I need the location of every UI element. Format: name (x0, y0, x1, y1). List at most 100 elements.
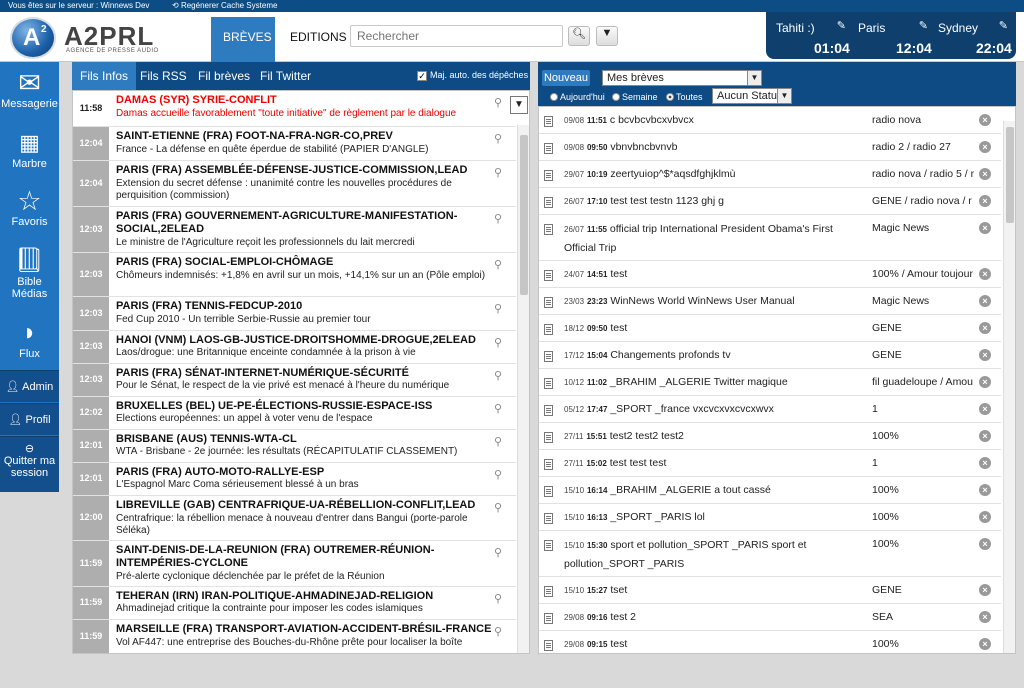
sidebar-item-favoris[interactable]: ☆ Favoris (0, 186, 59, 228)
edit-pencil-icon[interactable]: ✎ (919, 19, 928, 32)
news-row[interactable]: 12:02 BRUXELLES (BEL) UE-PE-ÉLECTIONS-RU… (73, 397, 516, 430)
zoom-icon[interactable]: ⚲ (494, 369, 502, 382)
breve-row[interactable]: 27/11 15:02 test test test 1 × (539, 450, 1001, 477)
logout-button[interactable]: ⊖ Quitter ma session (0, 436, 59, 492)
delete-icon[interactable]: × (979, 511, 991, 523)
sidebar-item-messagerie[interactable]: ✉ Messagerie (0, 68, 59, 110)
zoom-icon[interactable]: ⚲ (494, 258, 502, 271)
breve-row[interactable]: 24/07 14:51 test 100% / Amour toujour × (539, 261, 1001, 288)
breve-row[interactable]: 15/10 16:14 _BRAHIM _ALGERIE a tout cass… (539, 477, 1001, 504)
delete-icon[interactable]: × (979, 114, 991, 126)
filter-all-radio[interactable]: Toutes (666, 92, 703, 102)
status-select[interactable]: Aucun Statut ▼ (712, 88, 792, 104)
breve-row[interactable]: 15/10 16:13 _SPORT _PARIS lol 100% × (539, 504, 1001, 531)
zoom-icon[interactable]: ⚲ (494, 625, 502, 638)
breve-row[interactable]: 09/08 11:51 c bcvbcvbcxvbvcx radio nova × (539, 107, 1001, 134)
delete-icon[interactable]: × (979, 268, 991, 280)
filter-week-radio[interactable]: Semaine (612, 92, 658, 102)
breve-row[interactable]: 26/07 11:55 official trip International … (539, 215, 1001, 261)
new-breve-button[interactable]: Nouveau (542, 70, 590, 86)
tab-fils-infos[interactable]: Fils Infos (72, 62, 137, 90)
expand-dropdown-button[interactable]: ▼ (510, 96, 528, 114)
news-row[interactable]: 12:04 PARIS (FRA) ASSEMBLÉE-DÉFENSE-JUST… (73, 161, 516, 207)
zoom-icon[interactable]: ⚲ (494, 402, 502, 415)
zoom-icon[interactable]: ⚲ (494, 166, 502, 179)
delete-icon[interactable]: × (979, 584, 991, 596)
search-button[interactable]: 🔍︎ (568, 26, 590, 46)
filter-button[interactable]: ▼ (596, 26, 618, 46)
breve-row[interactable]: 23/03 23:23 WinNews World WinNews User M… (539, 288, 1001, 315)
delete-icon[interactable]: × (979, 222, 991, 234)
breve-row[interactable]: 17/12 15:04 Changements profonds tv GENE × (539, 342, 1001, 369)
delete-icon[interactable]: × (979, 141, 991, 153)
breve-row[interactable]: 15/10 15:27 tset GENE × (539, 577, 1001, 604)
news-row[interactable]: 12:03 PARIS (FRA) GOUVERNEMENT-AGRICULTU… (73, 207, 516, 253)
breve-row[interactable]: 09/08 09:50 vbnvbncbvnvb radio 2 / radio … (539, 134, 1001, 161)
breve-row[interactable]: 29/08 09:15 test 100% × (539, 631, 1001, 653)
zoom-icon[interactable]: ⚲ (494, 132, 502, 145)
news-row[interactable]: 12:04 SAINT-ETIENNE (FRA) FOOT-NA-FRA-NG… (73, 127, 516, 161)
breve-row[interactable]: 18/12 09:50 test GENE × (539, 315, 1001, 342)
delete-icon[interactable]: × (979, 638, 991, 650)
sidebar-item-flux[interactable]: ◗ Flux (0, 318, 59, 360)
zoom-icon[interactable]: ⚲ (494, 302, 502, 315)
tab-editions[interactable]: EDITIONS (278, 17, 347, 62)
zoom-icon[interactable]: ⚲ (494, 212, 502, 225)
news-row[interactable]: 12:03 PARIS (FRA) SÉNAT-INTERNET-NUMÉRIQ… (73, 364, 516, 397)
news-row[interactable]: 11:58 DAMAS (SYR) SYRIE-CONFLIT Damas ac… (73, 91, 528, 127)
scrollbar-thumb[interactable] (520, 135, 528, 295)
breves-select[interactable]: Mes brèves ▼ (602, 70, 762, 86)
delete-icon[interactable]: × (979, 168, 991, 180)
logo[interactable]: A 2 A2PRL AGENCE DE PRESSE AUDIO (8, 15, 178, 59)
delete-icon[interactable]: × (979, 349, 991, 361)
breve-row[interactable]: 15/10 15:30 sport et pollution_SPORT _PA… (539, 531, 1001, 577)
news-row[interactable]: 12:00 LIBREVILLE (GAB) CENTRAFRIQUE-UA-R… (73, 496, 516, 541)
zoom-icon[interactable]: ⚲ (494, 435, 502, 448)
sidebar-item-marbre[interactable]: ▦ Marbre (0, 128, 59, 170)
sidebar-item-bible-medias[interactable]: 📕︎ Bible Médias (0, 246, 59, 300)
breve-row[interactable]: 29/08 09:16 test 2 SEA × (539, 604, 1001, 631)
zoom-icon[interactable]: ⚲ (494, 501, 502, 514)
tab-fil-breves[interactable]: Fil brèves (190, 62, 258, 90)
news-row[interactable]: 12:03 HANOI (VNM) LAOS-GB-JUSTICE-DROITS… (73, 331, 516, 364)
zoom-icon[interactable]: ⚲ (494, 592, 502, 605)
zoom-icon[interactable]: ⚲ (494, 336, 502, 349)
zoom-icon[interactable]: ⚲ (494, 468, 502, 481)
breve-row[interactable]: 27/11 15:51 test2 test2 test2 100% × (539, 423, 1001, 450)
delete-icon[interactable]: × (979, 376, 991, 388)
regen-cache-link[interactable]: ⟲ Regénerer Cache Systeme (172, 0, 277, 12)
delete-icon[interactable]: × (979, 611, 991, 623)
news-row[interactable]: 12:03 PARIS (FRA) SOCIAL-EMPLOI-CHÔMAGE … (73, 253, 516, 297)
tab-fil-twitter[interactable]: Fil Twitter (252, 62, 319, 90)
news-row[interactable]: 11:59 MARSEILLE (FRA) TRANSPORT-AVIATION… (73, 620, 516, 653)
delete-icon[interactable]: × (979, 457, 991, 469)
news-row[interactable]: 11:59 TEHERAN (IRN) IRAN-POLITIQUE-AHMAD… (73, 587, 516, 620)
tab-breves[interactable]: BRÈVES (211, 17, 275, 62)
delete-icon[interactable]: × (979, 538, 991, 550)
zoom-icon[interactable]: ⚲ (494, 96, 502, 109)
tab-fils-rss[interactable]: Fils RSS (132, 62, 195, 90)
profil-button[interactable]: 👤︎ Profil (0, 403, 59, 435)
breve-row[interactable]: 26/07 17:10 test test testn 1123 ghj g GE… (539, 188, 1001, 215)
delete-icon[interactable]: × (979, 195, 991, 207)
auto-update-checkbox[interactable]: ✓ Maj. auto. des dépêches (417, 70, 528, 81)
news-row[interactable]: 12:03 PARIS (FRA) TENNIS-FEDCUP-2010 Fed… (73, 297, 516, 331)
edit-pencil-icon[interactable]: ✎ (837, 19, 846, 32)
breve-row[interactable]: 05/12 17:47 _SPORT _france vxcvcxvxcvcxw… (539, 396, 1001, 423)
news-row[interactable]: 12:01 PARIS (FRA) AUTO-MOTO-RALLYE-ESP L… (73, 463, 516, 496)
breve-row[interactable]: 10/12 11:02 _BRAHIM _ALGERIE Twitter mag… (539, 369, 1001, 396)
breve-row[interactable]: 29/07 10:19 zeertyuiop^$*aqsdfghjklmù rad… (539, 161, 1001, 188)
breves-scrollbar[interactable] (1003, 121, 1015, 653)
delete-icon[interactable]: × (979, 430, 991, 442)
filter-today-radio[interactable]: Aujourd'hui (550, 92, 605, 102)
delete-icon[interactable]: × (979, 403, 991, 415)
edit-pencil-icon[interactable]: ✎ (999, 19, 1008, 32)
search-input[interactable] (350, 25, 563, 47)
admin-button[interactable]: 👤︎ Admin (0, 370, 59, 402)
scrollbar-thumb[interactable] (1006, 127, 1014, 223)
news-row[interactable]: 12:01 BRISBANE (AUS) TENNIS-WTA-CL WTA -… (73, 430, 516, 463)
delete-icon[interactable]: × (979, 322, 991, 334)
zoom-icon[interactable]: ⚲ (494, 546, 502, 559)
news-scrollbar[interactable] (517, 125, 529, 653)
news-row[interactable]: 11:59 SAINT-DENIS-DE-LA-REUNION (FRA) OU… (73, 541, 516, 587)
